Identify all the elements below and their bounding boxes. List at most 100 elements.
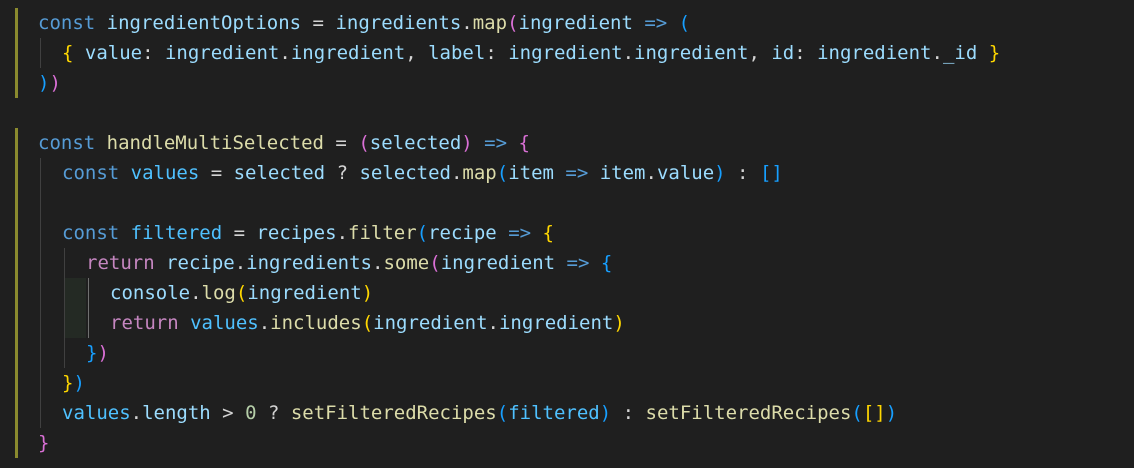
code-token: ( [496,162,509,184]
code-token: : [142,42,165,64]
code-token: . [450,162,463,184]
code-token: const [38,132,107,154]
code-token: ingredients [335,12,462,34]
code-token: : [725,162,760,184]
code-token: ) [599,402,612,424]
code-editor[interactable]: const ingredientOptions = ingredients.ma… [0,0,1134,468]
code-token: ( [851,402,863,424]
code-token: => [553,162,600,184]
code-token: ) [38,72,50,94]
code-token: ingredient [290,42,406,64]
code-line[interactable]: return values.includes(ingredient.ingred… [110,308,625,338]
code-token: filtered [508,402,600,424]
code-token: } [38,432,50,454]
code-token: } [86,342,98,364]
code-token: . [279,42,291,64]
code-token: length [142,402,211,424]
code-token: return [86,252,167,274]
code-line[interactable]: )) [38,68,61,98]
code-token: ) [613,312,625,334]
code-token: ? [325,162,360,184]
code-token: ) [461,132,473,154]
code-line[interactable]: console.log(ingredient) [110,278,373,308]
code-token: selected [369,132,462,154]
code-token: , [405,42,429,64]
code-token: . [372,252,384,274]
code-token: some [383,252,430,274]
code-token: ? [256,402,291,424]
code-token: _id [942,42,978,64]
code-token: => [632,12,679,34]
code-token: ( [416,222,429,244]
code-line[interactable]: values.length > 0 ? setFilteredRecipes(f… [62,398,897,428]
code-token: ) [73,372,85,394]
code-token: . [645,162,657,184]
code-token: } [62,372,74,394]
code-token: setFilteredRecipes [645,402,852,424]
code-token: includes [270,312,362,334]
code-token: setFilteredRecipes [290,402,497,424]
code-token: ( [358,132,370,154]
code-token: ingredient [373,312,488,334]
code-token: : [611,402,646,424]
indent-guide [40,158,41,428]
code-token: value [84,42,143,64]
code-line[interactable]: const handleMultiSelected = (selected) =… [38,128,530,158]
code-token: log [201,282,236,304]
code-token: = [323,132,359,154]
code-token: [] [862,402,886,424]
code-token: ingredient [817,42,932,64]
code-token: item [508,162,554,184]
code-token: : [794,42,818,64]
code-token: => [496,222,543,244]
code-line[interactable]: const ingredientOptions = ingredients.ma… [38,8,690,38]
code-token: label [428,42,486,64]
code-line[interactable]: const values = selected ? selected.map(i… [62,158,783,188]
code-token: ( [507,12,519,34]
code-token: . [461,12,473,34]
code-token: values [62,402,131,424]
code-line[interactable]: { value: ingredient.ingredient, label: i… [62,38,1000,68]
code-token: [] [759,162,783,184]
modified-lines-indicator [15,8,18,98]
code-token: : [485,42,509,64]
code-token: ( [429,252,441,274]
code-line[interactable]: const filtered = recipes.filter(recipe =… [62,218,554,248]
code-token: ingredient [498,312,614,334]
code-token: . [336,222,349,244]
code-token: console [110,282,191,304]
indent-guide [40,38,41,68]
code-token: selected [233,162,326,184]
code-token: ( [678,12,691,34]
code-token: recipe [428,222,497,244]
code-token: => [555,252,601,274]
code-token: , [748,42,772,64]
code-token: { [62,42,85,64]
code-token: > [210,402,246,424]
code-line[interactable]: } [38,428,49,458]
code-token: ) [885,402,898,424]
code-token: . [622,42,635,64]
code-token: => [472,132,519,154]
code-token: ingredients [246,252,373,274]
code-token: { [542,222,554,244]
code-line[interactable]: }) [86,338,109,368]
code-line[interactable]: return recipe.ingredients.some(ingredien… [86,248,612,278]
code-token: return [110,312,191,334]
code-token: const [38,12,107,34]
code-token: ingredientOptions [106,12,302,34]
modified-lines-indicator [15,128,18,458]
code-token: recipe [166,252,235,274]
active-block-highlight [64,278,86,338]
code-token: filtered [130,222,223,244]
code-token: . [130,402,143,424]
code-token: item [599,162,646,184]
code-token: filter [348,222,417,244]
code-token: ) [97,342,109,364]
code-token: ingredient [247,282,362,304]
code-token: . [234,252,247,274]
code-token: ( [361,312,374,334]
code-line[interactable]: }) [62,368,85,398]
code-token: ingredient [508,42,623,64]
code-token: . [258,312,271,334]
